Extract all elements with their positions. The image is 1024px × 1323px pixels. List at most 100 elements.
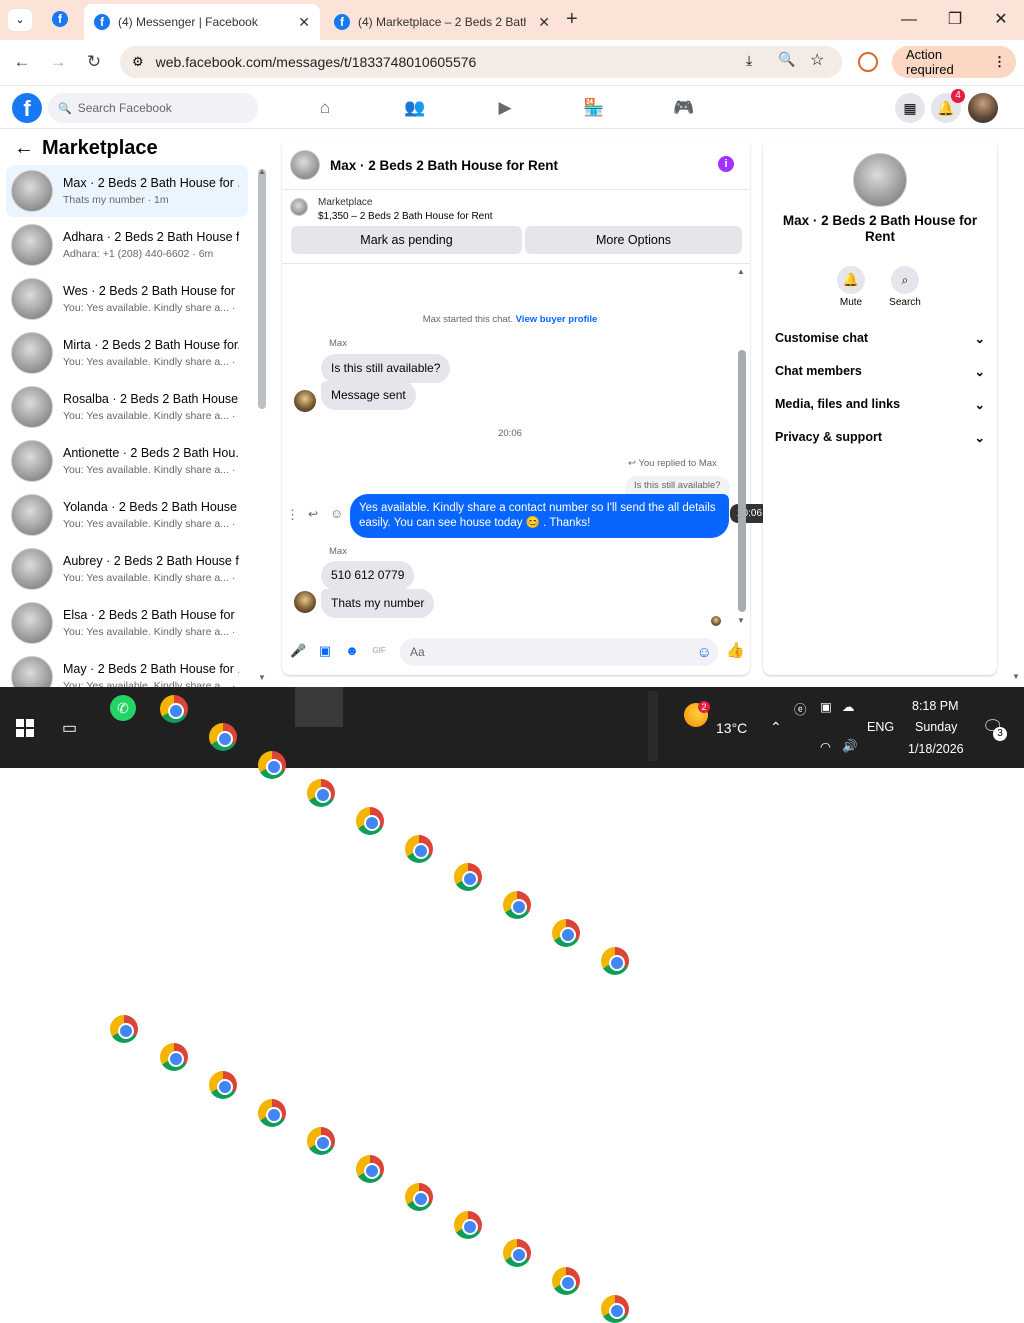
video-icon[interactable]: ▶ bbox=[492, 95, 518, 121]
volume-icon[interactable]: 🔊 bbox=[842, 739, 858, 754]
conversation-item[interactable]: Yolanda · 2 Beds 2 Bath House f... You: Y… bbox=[6, 489, 248, 541]
conversation-item[interactable]: May · 2 Beds 2 Bath House for ... You: Ye… bbox=[6, 651, 248, 687]
chrome-icon[interactable] bbox=[209, 723, 237, 751]
chat-scrollbar[interactable] bbox=[738, 350, 746, 612]
new-tab-button[interactable]: + bbox=[566, 8, 578, 31]
conversation-item[interactable]: Aubrey · 2 Beds 2 Bath House f... You: Ye… bbox=[6, 543, 248, 595]
bookmark-star-icon[interactable]: ☆ bbox=[810, 50, 824, 70]
tab-messenger[interactable]: f (4) Messenger | Facebook ✕ bbox=[84, 4, 320, 40]
section-chat-members[interactable]: Chat members ⌄ bbox=[775, 364, 985, 379]
friends-icon[interactable]: 👥 bbox=[402, 95, 428, 121]
mark-as-pending-button[interactable]: Mark as pending bbox=[291, 226, 522, 254]
restore-icon[interactable]: ❐ bbox=[943, 8, 967, 32]
reply-icon[interactable]: ↩ bbox=[308, 507, 318, 521]
chrome-icon[interactable] bbox=[307, 1127, 335, 1155]
section-customise-chat[interactable]: Customise chat ⌄ bbox=[775, 331, 985, 346]
section-media-files-links[interactable]: Media, files and links ⌄ bbox=[775, 397, 985, 412]
chrome-icon[interactable] bbox=[209, 1071, 237, 1099]
whatsapp-icon[interactable]: ✆ bbox=[110, 695, 136, 721]
windows-start-icon[interactable] bbox=[16, 719, 34, 737]
site-settings-icon[interactable]: ⚙ bbox=[132, 54, 144, 70]
chrome-icon[interactable] bbox=[160, 695, 188, 723]
chrome-icon[interactable] bbox=[503, 1239, 531, 1267]
scroll-up-icon[interactable]: ▲ bbox=[737, 267, 745, 276]
clock-time[interactable]: 8:18 PM bbox=[912, 699, 959, 713]
conversation-item[interactable]: Rosalba · 2 Beds 2 Bath House f... You: Y… bbox=[6, 381, 248, 433]
page-scroll-down-icon[interactable]: ▼ bbox=[1012, 672, 1020, 681]
marketplace-icon[interactable]: 🏪 bbox=[581, 95, 607, 121]
weather-temp[interactable]: 13°C bbox=[716, 720, 747, 736]
address-bar[interactable]: ⚙ web.facebook.com/messages/t/1833748010… bbox=[120, 46, 842, 78]
back-arrow-icon[interactable]: ← bbox=[9, 49, 35, 75]
chrome-icon[interactable] bbox=[405, 1183, 433, 1211]
pinned-facebook-tab[interactable]: f bbox=[52, 11, 68, 27]
scrollbar[interactable] bbox=[258, 169, 266, 409]
message-bubble[interactable]: Message sent bbox=[321, 381, 416, 410]
chrome-icon[interactable] bbox=[454, 1211, 482, 1239]
search-icon[interactable]: ⌕ bbox=[891, 266, 919, 294]
minimize-icon[interactable]: — bbox=[897, 8, 921, 32]
message-input[interactable]: Aa ☺ bbox=[400, 638, 718, 666]
gaming-icon[interactable]: 🎮 bbox=[671, 95, 697, 121]
tray-app-icon[interactable]: ⓔ bbox=[794, 699, 807, 718]
conversation-item[interactable]: Mirta · 2 Beds 2 Bath House for... You: Y… bbox=[6, 327, 248, 379]
reload-icon[interactable]: ↻ bbox=[81, 49, 107, 75]
listing-title[interactable]: $1,350 – 2 Beds 2 Bath House for Rent bbox=[318, 211, 493, 222]
chrome-icon[interactable] bbox=[258, 1099, 286, 1127]
forward-arrow-icon[interactable]: → bbox=[45, 49, 71, 75]
conversation-item[interactable]: Wes · 2 Beds 2 Bath House for ... You: Ye… bbox=[6, 273, 248, 325]
home-icon[interactable]: ⌂ bbox=[312, 95, 338, 121]
sender-avatar[interactable] bbox=[294, 390, 316, 412]
scroll-up-icon[interactable]: ▲ bbox=[258, 167, 266, 176]
menu-dots-icon[interactable]: ⋮ bbox=[993, 54, 1006, 70]
chrome-icon[interactable] bbox=[601, 947, 629, 975]
react-emoji-icon[interactable]: ☺ bbox=[330, 506, 343, 521]
chrome-icon[interactable] bbox=[307, 779, 335, 807]
task-view-icon[interactable]: ▭ bbox=[62, 718, 77, 738]
clock-day[interactable]: Sunday bbox=[915, 720, 957, 734]
tab-search-chevron-icon[interactable]: ⌄ bbox=[8, 9, 32, 31]
facebook-search[interactable]: 🔍 Search Facebook bbox=[48, 93, 258, 123]
account-avatar[interactable] bbox=[968, 93, 998, 123]
meet-now-icon[interactable]: ▣ bbox=[820, 699, 832, 714]
chrome-icon[interactable] bbox=[405, 835, 433, 863]
like-thumbs-up-icon[interactable]: 👍 bbox=[726, 643, 745, 659]
wifi-icon[interactable]: ◠ bbox=[820, 739, 831, 754]
details-avatar[interactable] bbox=[853, 153, 907, 207]
my-message-bubble[interactable]: Yes available. Kindly share a contact nu… bbox=[350, 494, 729, 538]
more-options-button[interactable]: More Options bbox=[525, 226, 742, 254]
action-required-button[interactable]: Action required ⋮ bbox=[892, 46, 1016, 78]
conversation-item[interactable]: Elsa · 2 Beds 2 Bath House for R... You: … bbox=[6, 597, 248, 649]
photo-icon[interactable]: ▣ bbox=[317, 643, 333, 659]
tab-marketplace[interactable]: f (4) Marketplace – 2 Beds 2 Bath ✕ bbox=[324, 4, 560, 40]
message-bubble[interactable]: Thats my number bbox=[321, 589, 435, 618]
tray-chevron-up-icon[interactable]: ⌃ bbox=[770, 719, 782, 736]
clock-date[interactable]: 1/18/2026 bbox=[908, 742, 964, 756]
sender-avatar[interactable] bbox=[294, 591, 316, 613]
facebook-logo-icon[interactable]: f bbox=[12, 93, 42, 123]
chrome-icon[interactable] bbox=[160, 1043, 188, 1071]
chrome-icon[interactable] bbox=[552, 919, 580, 947]
message-bubble[interactable]: 510 612 0779 bbox=[321, 561, 415, 590]
chrome-icon[interactable] bbox=[503, 891, 531, 919]
chrome-icon[interactable] bbox=[601, 1295, 629, 1323]
section-privacy-support[interactable]: Privacy & support ⌄ bbox=[775, 430, 985, 445]
taskbar-scrollbar[interactable] bbox=[648, 691, 658, 761]
install-app-icon[interactable]: ⤓ bbox=[746, 52, 752, 69]
conversation-item[interactable]: Max · 2 Beds 2 Bath House for ... Thats m… bbox=[6, 165, 248, 217]
scroll-down-icon[interactable]: ▼ bbox=[258, 673, 266, 682]
emoji-icon[interactable]: ☺ bbox=[697, 644, 712, 661]
profile-icon[interactable] bbox=[858, 52, 878, 72]
mute-bell-icon[interactable]: 🔔 bbox=[837, 266, 865, 294]
conversation-item[interactable]: Adhara · 2 Beds 2 Bath House f... Adhara:… bbox=[6, 219, 248, 271]
close-tab-icon[interactable]: ✕ bbox=[298, 14, 310, 31]
close-tab-icon[interactable]: ✕ bbox=[538, 14, 550, 31]
listing-thumbnail[interactable] bbox=[290, 198, 308, 216]
sticker-icon[interactable]: ☻ bbox=[344, 643, 360, 659]
message-bubble[interactable]: Is this still available? bbox=[321, 354, 451, 383]
chrome-icon[interactable] bbox=[356, 807, 384, 835]
language-indicator[interactable]: ENG bbox=[867, 720, 894, 734]
chrome-icon[interactable] bbox=[356, 1155, 384, 1183]
menu-grid-icon[interactable]: ▦ bbox=[895, 93, 925, 123]
microphone-icon[interactable]: 🎤 bbox=[290, 643, 306, 659]
